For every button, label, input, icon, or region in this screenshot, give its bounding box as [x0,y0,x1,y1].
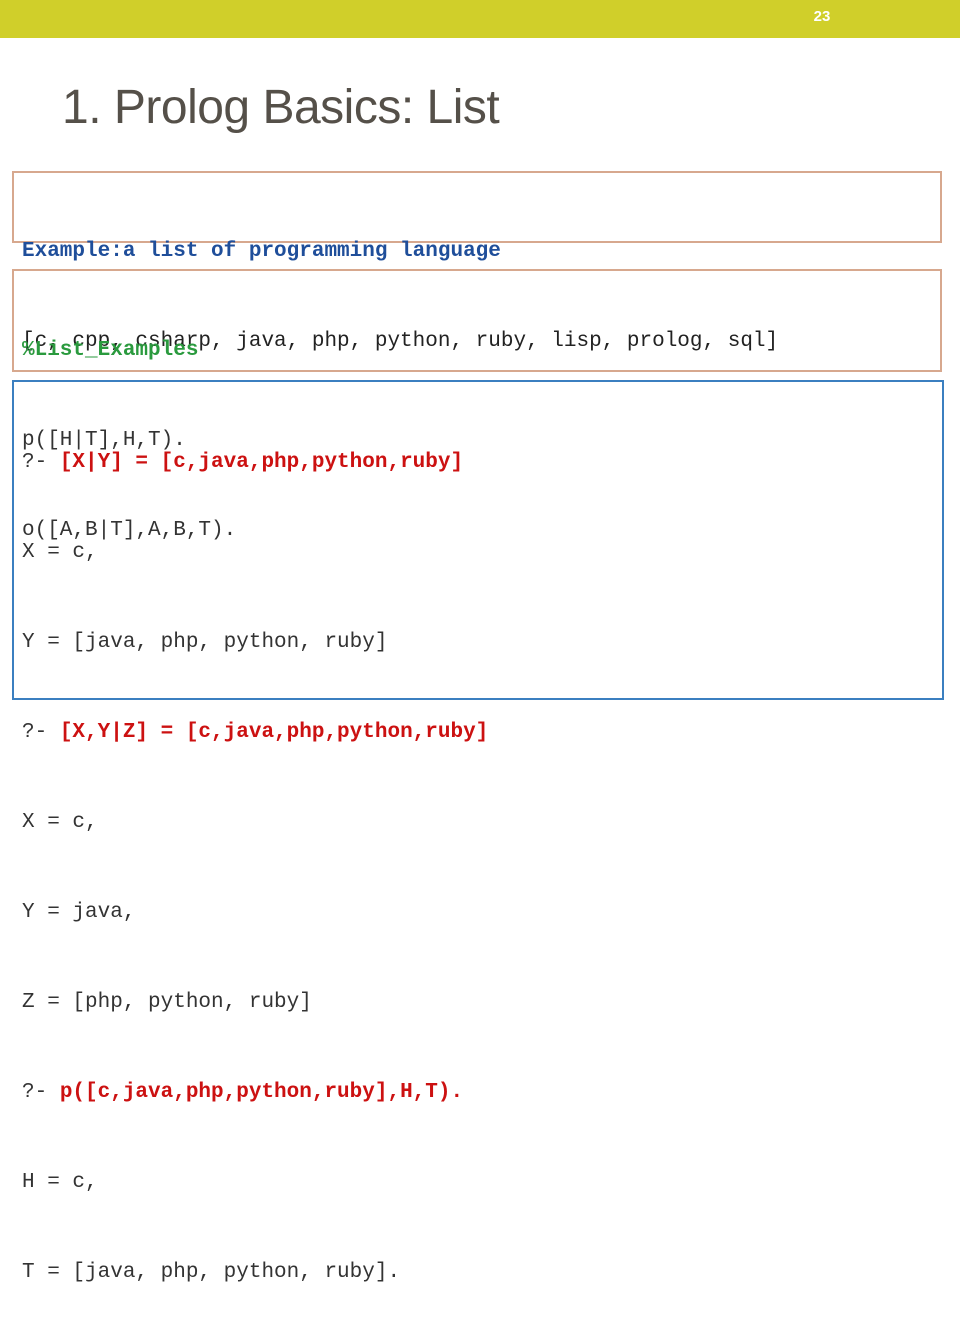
query-line: ?- [X,Y|Z] = [c,java,php,python,ruby] [22,718,942,748]
result-line: X = c, [22,811,98,834]
list-examples-box: %List_Examples p([H|T],H,T). o([A,B|T],A… [12,269,942,542]
result-line: Z = [php, python, ruby] [22,991,312,1014]
query-text: p([c,java,php,python,ruby],H,T). [59,1081,464,1104]
query-line: ?- p([c,java,php,python,ruby],H,T). [22,1078,942,1108]
page-number: 23 [813,8,831,25]
query-text: [X|Y] = [c,java,php,python,ruby] [59,451,464,474]
query-prompt: ?- [22,1081,60,1104]
result-line: X = c, [22,541,98,564]
slide-title: 1. Prolog Basics: List [62,81,500,134]
code-comment: %List_Examples [22,339,199,362]
result-line: Y = [java, php, python, ruby] [22,631,388,654]
query-prompt: ?- [22,721,60,744]
query-prompt: ?- [22,451,60,474]
example-box: Example:a list of programming language [… [12,171,942,353]
top-banner: 23 [0,0,960,38]
result-line: T = [java, php, python, ruby]. [22,1261,401,1284]
result-line: Y = java, [22,901,136,924]
query-line: ?- [X|Y] = [c,java,php,python,ruby] [22,448,942,478]
query-text: [X,Y|Z] = [c,java,php,python,ruby] [59,721,489,744]
result-line: H = c, [22,1171,98,1194]
query-results-box: ?- [X|Y] = [c,java,php,python,ruby] X = … [12,380,944,1284]
example-heading: Example:a list of programming language [22,240,501,263]
